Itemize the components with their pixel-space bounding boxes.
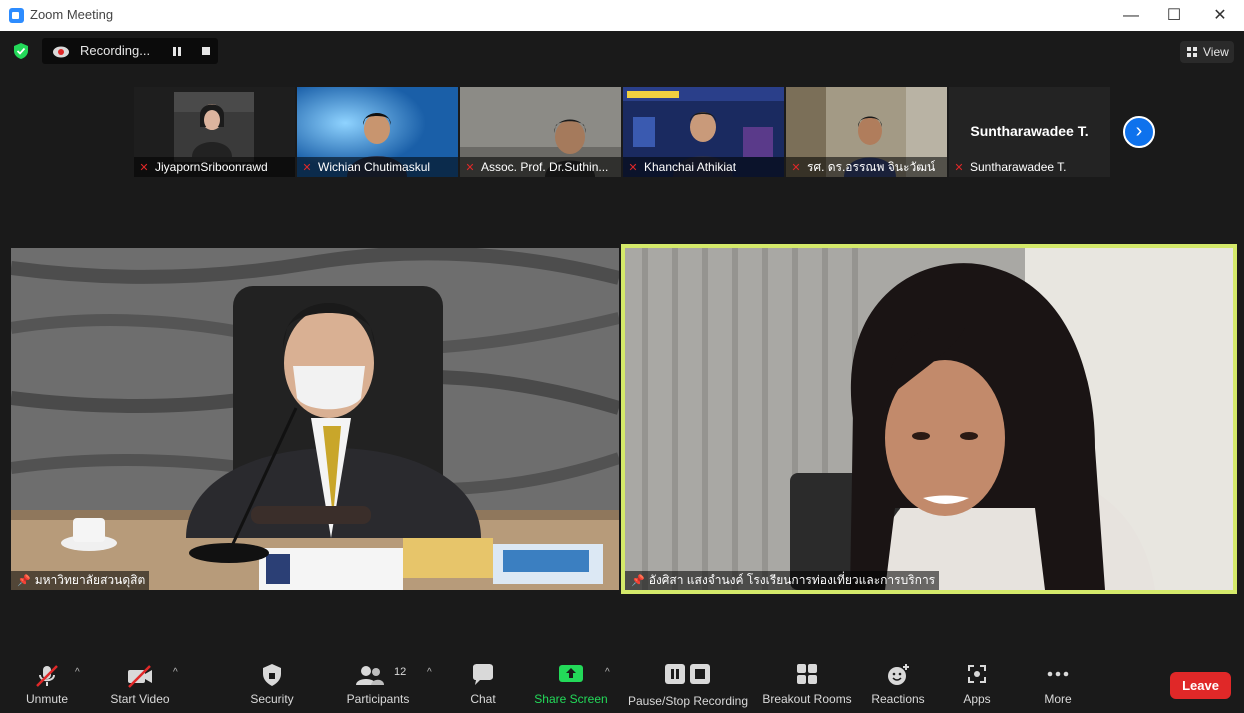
share-screen-button[interactable]: Share Screen [532, 655, 610, 713]
participant-name: Assoc. Prof. Dr.Suthin... [481, 160, 609, 174]
minimize-button[interactable]: — [1108, 0, 1154, 31]
unmute-button[interactable]: Unmute [18, 655, 76, 713]
view-button[interactable]: View [1180, 41, 1234, 63]
participants-people-icon [356, 666, 384, 685]
start-video-label: Start Video [110, 692, 170, 706]
participant-name: Khanchai Athikiat [644, 160, 737, 174]
apps-button[interactable]: Apps [955, 655, 999, 713]
grid-icon [1187, 47, 1197, 57]
muted-microphone-icon [36, 665, 58, 687]
unmute-label: Unmute [25, 692, 69, 706]
close-button[interactable]: ✕ [1197, 0, 1243, 31]
pause-recording-icon[interactable] [173, 47, 181, 56]
recording-indicator: Recording... [42, 38, 218, 64]
chat-bubble-icon [473, 664, 493, 685]
video-off-camera-icon [128, 665, 152, 688]
encryption-shield-icon[interactable] [14, 43, 28, 59]
reactions-button[interactable]: Reactions [868, 655, 928, 713]
video-label: 📌 มหาวิทยาลัยสวนดุสิต [11, 571, 150, 590]
pin-icon: 📌 [17, 575, 31, 587]
participant-name: รศ. ดร.อรรณพ จินะวัฒน์ [807, 160, 936, 174]
participants-label: Participants [346, 692, 410, 706]
share-screen-label: Share Screen [534, 692, 608, 706]
video-label: 📌 อังศิสา แสงจำนงค์ โรงเรียนการท่องเที่ยว… [625, 571, 940, 590]
muted-mic-icon: ✕ [139, 162, 149, 174]
maximize-button[interactable]: ☐ [1151, 0, 1197, 31]
speaker-video [625, 248, 1233, 590]
participants-options-caret-icon[interactable]: ^ [427, 667, 432, 678]
audio-options-caret-icon[interactable]: ^ [75, 667, 80, 678]
participant-tile[interactable]: ✕ Assoc. Prof. Dr.Suthin... [460, 87, 621, 177]
view-label: View [1203, 45, 1229, 59]
participant-tile[interactable]: ✕ Wichian Chutimaskul [297, 87, 458, 177]
next-page-chevron-icon[interactable]: › [1123, 116, 1155, 148]
reactions-label: Reactions [871, 692, 925, 706]
video-label-text: มหาวิทยาลัยสวนดุสิต [34, 573, 146, 587]
main-video-left[interactable]: 📌 มหาวิทยาลัยสวนดุสิต [11, 248, 619, 590]
pin-icon: 📌 [631, 575, 645, 587]
pause-stop-recording-icon [665, 664, 710, 684]
video-options-caret-icon[interactable]: ^ [173, 667, 178, 678]
participants-count: 12 [394, 666, 407, 678]
pause-stop-recording-label: Pause/Stop Recording [627, 694, 749, 708]
more-label: More [1044, 692, 1072, 706]
chat-label: Chat [470, 692, 496, 706]
reactions-smiley-icon [888, 664, 909, 685]
breakout-rooms-button[interactable]: Breakout Rooms [760, 655, 854, 713]
chat-button[interactable]: Chat [458, 655, 508, 713]
muted-mic-icon: ✕ [465, 162, 475, 174]
participants-button[interactable]: 12 Participants [340, 655, 416, 713]
stop-recording-icon[interactable] [202, 47, 210, 55]
more-button[interactable]: More [1036, 655, 1080, 713]
security-shield-icon [263, 664, 281, 686]
meeting-toolbar: Unmute ^ Start Video ^ Security 12 Parti… [0, 655, 1244, 713]
participant-name: Suntharawadee T. [970, 160, 1067, 174]
participant-display-name: Suntharawadee T. [970, 123, 1089, 139]
zoom-logo-icon [9, 8, 24, 23]
participant-tile[interactable]: ✕ JiyapornSriboonrawd [134, 87, 295, 177]
security-button[interactable]: Security [242, 655, 302, 713]
participant-name: Wichian Chutimaskul [318, 160, 431, 174]
share-options-caret-icon[interactable]: ^ [605, 667, 610, 678]
muted-mic-icon: ✕ [302, 162, 312, 174]
apps-icon [968, 665, 986, 683]
participant-tile[interactable]: ✕ รศ. ดร.อรรณพ จินะวัฒน์ [786, 87, 947, 177]
muted-mic-icon: ✕ [954, 162, 964, 174]
main-video-right-active[interactable]: 📌 อังศิสา แสงจำนงค์ โรงเรียนการท่องเที่ยว… [621, 244, 1237, 594]
share-screen-arrow-icon [559, 665, 583, 682]
recording-label: Recording... [80, 43, 151, 58]
participant-tile[interactable]: Suntharawadee T. ✕ Suntharawadee T. [949, 87, 1110, 177]
breakout-rooms-grid-icon [797, 664, 817, 684]
start-video-button[interactable]: Start Video [104, 655, 176, 713]
video-label-text: อังศิสา แสงจำนงค์ โรงเรียนการท่องเที่ยวแ… [648, 573, 936, 587]
cloud-recording-icon [53, 46, 69, 58]
pause-stop-recording-button[interactable]: Pause/Stop Recording [626, 655, 750, 713]
muted-mic-icon: ✕ [628, 162, 638, 174]
leave-button[interactable]: Leave [1170, 672, 1231, 699]
participant-name: JiyapornSriboonrawd [155, 160, 268, 174]
window-title: Zoom Meeting [30, 7, 114, 22]
speaker-video [11, 248, 619, 590]
participant-tile[interactable]: ✕ Khanchai Athikiat [623, 87, 784, 177]
muted-mic-icon: ✕ [791, 162, 801, 174]
title-bar: Zoom Meeting — ☐ ✕ [0, 0, 1244, 31]
more-ellipsis-icon [1047, 671, 1069, 677]
apps-label: Apps [963, 692, 991, 706]
breakout-rooms-label: Breakout Rooms [762, 692, 852, 706]
security-label: Security [250, 692, 294, 706]
